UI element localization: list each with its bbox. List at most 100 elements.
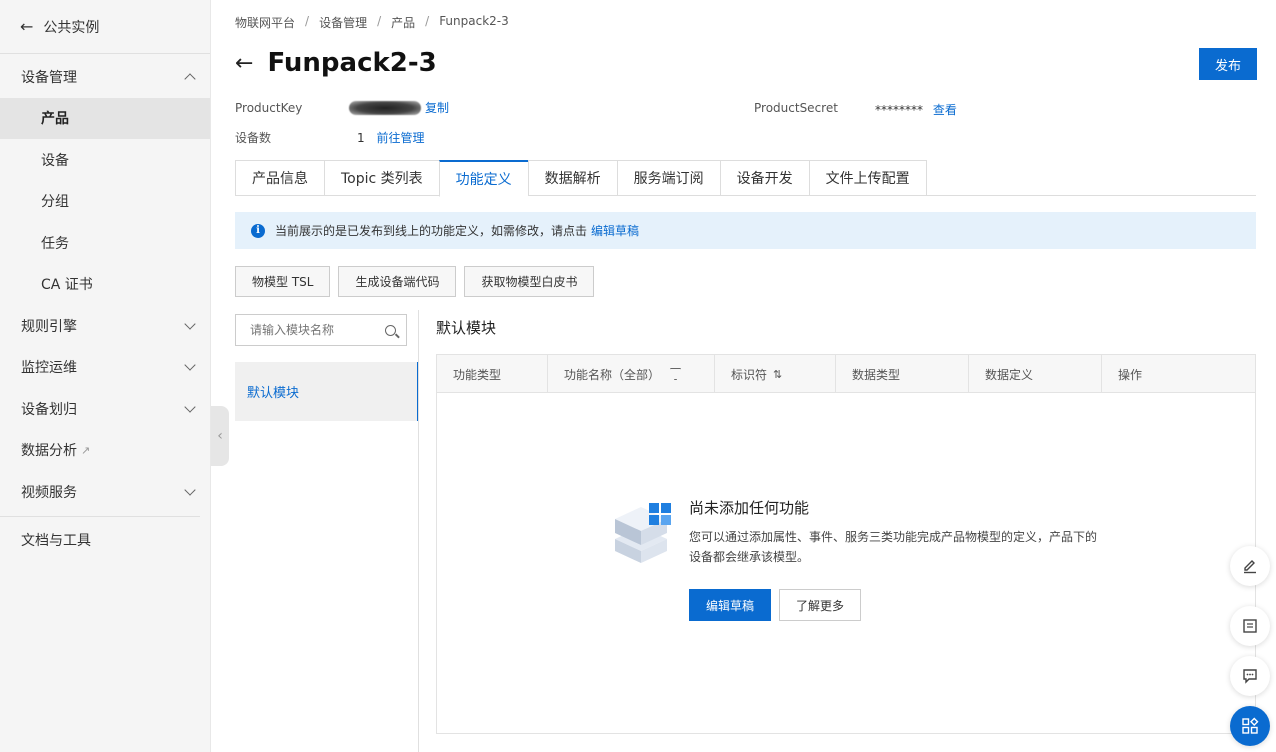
edit-draft-link[interactable]: 编辑草稿 — [591, 222, 639, 239]
module-divider — [418, 310, 419, 752]
tab-data-parsing[interactable]: 数据解析 — [527, 160, 617, 196]
chevron-down-icon — [184, 484, 196, 496]
sidebar: ← 公共实例 设备管理 产品 设备 分组 任务 CA 证书 规则引擎 监控运维 … — [0, 0, 211, 752]
empty-cube-icon — [615, 503, 671, 563]
chevron-down-icon — [184, 318, 196, 330]
page-title: Funpack2-3 — [267, 48, 437, 78]
sidebar-item-task[interactable]: 任务 — [0, 222, 210, 264]
apps-grid-icon — [1242, 717, 1259, 734]
tab-function-definition[interactable]: 功能定义 — [438, 160, 528, 197]
sidebar-item-label: CA 证书 — [41, 277, 93, 294]
th-operation: 操作 — [1118, 367, 1143, 382]
sidebar-item-label: 设备管理 — [21, 69, 77, 86]
sidebar-item-data-analysis[interactable]: 数据分析 ↗ — [0, 430, 210, 472]
manage-devices-link[interactable]: 前往管理 — [376, 131, 424, 145]
th-data-definition: 数据定义 — [969, 355, 1102, 393]
breadcrumb-item[interactable]: 设备管理 — [319, 14, 367, 31]
info-icon: i — [251, 223, 265, 238]
publish-button[interactable]: 发布 — [1199, 48, 1257, 80]
device-count-text: 1 — [357, 131, 365, 145]
sidebar-item-label: 设备划归 — [21, 401, 77, 418]
sidebar-item-rule-engine[interactable]: 规则引擎 — [0, 305, 210, 347]
sidebar-item-ca-cert[interactable]: CA 证书 — [0, 264, 210, 306]
sidebar-divider — [0, 515, 200, 517]
sidebar-item-device-assign[interactable]: 设备划归 — [0, 388, 210, 430]
chevron-down-icon — [184, 401, 196, 413]
book-icon — [1243, 619, 1257, 633]
product-key-value: a1 复制 — [349, 99, 449, 116]
th-identifier[interactable]: 标识符 ⇅ — [715, 355, 836, 393]
sidebar-item-product[interactable]: 产品 — [0, 97, 210, 139]
sidebar-item-label: 监控运维 — [21, 360, 77, 377]
function-table: 功能类型 功能名称（全部） 标识符 ⇅ 数据类型 数据定义 操作 尚未添加任何功… — [436, 354, 1256, 734]
sidebar-item-label: 文档与工具 — [21, 533, 91, 550]
breadcrumb: 物联网平台 / 设备管理 / 产品 / Funpack2-3 — [235, 14, 509, 31]
back-arrow-icon[interactable]: ← — [235, 51, 253, 76]
chevron-down-icon — [184, 359, 196, 371]
chat-icon — [1243, 669, 1257, 684]
docs-button[interactable] — [1230, 606, 1270, 646]
sidebar-item-label: 任务 — [41, 235, 69, 252]
tab-file-upload-config[interactable]: 文件上传配置 — [808, 160, 927, 196]
th-data-type: 数据类型 — [836, 355, 969, 393]
info-notice: i 当前展示的是已发布到线上的功能定义，如需修改，请点击 编辑草稿 — [235, 212, 1256, 249]
sidebar-item-monitor-ops[interactable]: 监控运维 — [0, 347, 210, 389]
sidebar-item-group[interactable]: 分组 — [0, 181, 210, 223]
empty-description: 您可以通过添加属性、事件、服务三类功能完成产品物模型的定义，产品下的设备都会继承… — [689, 530, 1098, 564]
title-row: ← Funpack2-3 — [235, 48, 437, 78]
masked-key — [349, 100, 421, 115]
learn-more-button[interactable]: 了解更多 — [779, 589, 861, 621]
module-list-item[interactable]: 默认模块 — [235, 362, 419, 421]
main-content: 物联网平台 / 设备管理 / 产品 / Funpack2-3 ← Funpack2-3… — [211, 0, 1276, 752]
product-secret-value: ******** 查看 — [875, 101, 957, 118]
chevron-up-icon — [184, 73, 196, 85]
search-icon[interactable] — [385, 324, 396, 336]
tab-topic-list[interactable]: Topic 类列表 — [324, 160, 439, 196]
module-search-input[interactable] — [250, 323, 370, 337]
filter-icon[interactable] — [670, 368, 682, 380]
empty-title: 尚未添加任何功能 — [689, 499, 810, 517]
sidebar-item-device[interactable]: 设备 — [0, 139, 210, 181]
tab-bar: 产品信息 Topic 类列表 功能定义 数据解析 服务端订阅 设备开发 文件上传… — [235, 160, 1256, 197]
view-secret-link[interactable]: 查看 — [933, 103, 957, 117]
tab-product-info[interactable]: 产品信息 — [235, 160, 324, 196]
apps-button[interactable] — [1230, 706, 1270, 746]
product-key-label: ProductKey — [235, 101, 303, 115]
feedback-edit-button[interactable] — [1230, 546, 1270, 586]
empty-state: 尚未添加任何功能 您可以通过添加属性、事件、服务三类功能完成产品物模型的定义，产… — [607, 495, 1107, 625]
sidebar-item-label: 产品 — [41, 111, 69, 128]
module-search — [235, 314, 407, 346]
sidebar-item-label: 设备 — [41, 152, 69, 169]
product-secret-label: ProductSecret — [754, 101, 838, 115]
back-label: 公共实例 — [43, 19, 100, 36]
external-link-icon: ↗ — [81, 443, 91, 457]
th-function-name[interactable]: 功能名称（全部） — [548, 355, 715, 393]
toolbar: 物模型 TSL 生成设备端代码 获取物模型白皮书 — [235, 266, 595, 297]
breadcrumb-item[interactable]: 产品 — [391, 14, 415, 31]
sidebar-item-label: 分组 — [41, 194, 69, 211]
back-to-public-instance[interactable]: ← 公共实例 — [0, 0, 210, 54]
section-title: 默认模块 — [436, 319, 497, 337]
sort-icon[interactable]: ⇅ — [773, 368, 782, 381]
sidebar-item-device-management[interactable]: 设备管理 — [0, 56, 210, 98]
pencil-icon — [1244, 560, 1256, 574]
breadcrumb-current: Funpack2-3 — [439, 14, 509, 28]
sidebar-item-docs-tools[interactable]: 文档与工具 — [0, 520, 210, 562]
generate-device-code-button[interactable]: 生成设备端代码 — [338, 266, 457, 297]
sidebar-item-label: 数据分析 — [21, 443, 77, 460]
copy-link[interactable]: 复制 — [425, 99, 449, 116]
breadcrumb-item[interactable]: 物联网平台 — [235, 14, 295, 31]
edit-draft-button[interactable]: 编辑草稿 — [689, 589, 771, 621]
tsl-model-button[interactable]: 物模型 TSL — [235, 266, 331, 297]
tab-device-development[interactable]: 设备开发 — [719, 160, 809, 196]
get-whitepaper-button[interactable]: 获取物模型白皮书 — [464, 266, 595, 297]
product-secret-text: ******** — [875, 103, 923, 117]
sidebar-item-label: 视频服务 — [21, 484, 77, 501]
arrow-left-icon: ← — [20, 17, 34, 36]
sidebar-item-video-service[interactable]: 视频服务 — [0, 471, 210, 513]
tab-server-subscription[interactable]: 服务端订阅 — [616, 160, 720, 196]
th-function-type: 功能类型 — [437, 355, 548, 393]
device-count-value: 1 前往管理 — [357, 129, 424, 146]
notice-text: 当前展示的是已发布到线上的功能定义，如需修改，请点击 — [275, 224, 588, 238]
chat-button[interactable] — [1230, 656, 1270, 696]
